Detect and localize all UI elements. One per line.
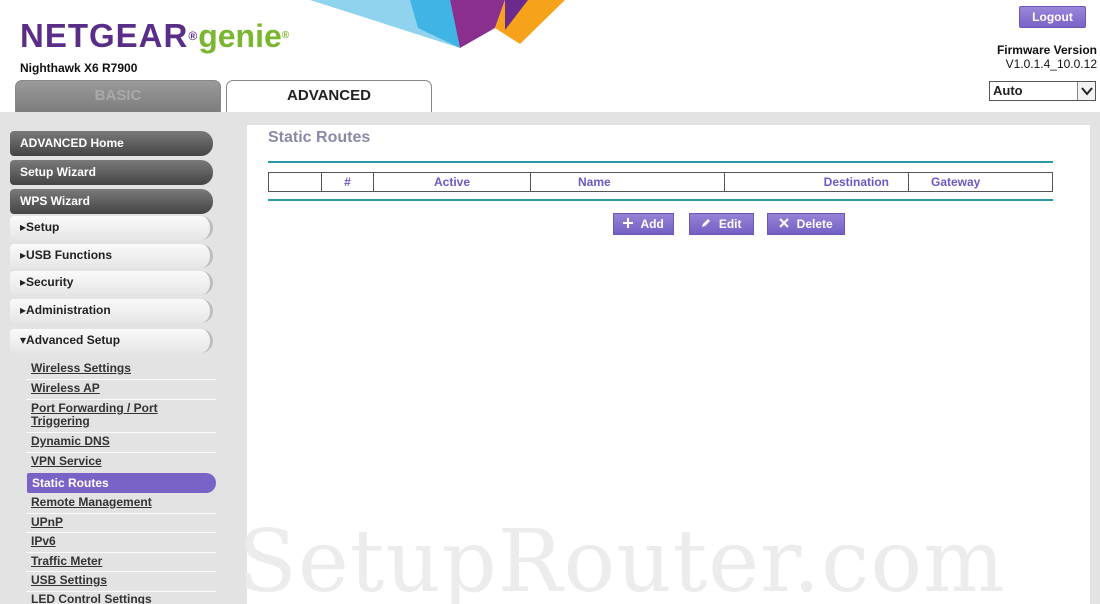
router-model: Nighthawk X6 R7900	[20, 61, 138, 75]
plus-icon	[623, 217, 636, 231]
column-header-number: #	[321, 173, 373, 191]
divider	[26, 571, 216, 572]
sidebar-item-dynamic-dns[interactable]: Dynamic DNS	[31, 435, 216, 448]
edit-button-label: Edit	[718, 217, 742, 231]
sidebar-item-vpn-service[interactable]: VPN Service	[31, 455, 216, 468]
divider	[26, 513, 216, 514]
divider	[26, 452, 216, 453]
firmware-version-value: V1.0.1.4_10.0.12	[1005, 57, 1097, 71]
firmware-version-label: Firmware Version	[996, 43, 1097, 57]
sidebar-item-upnp[interactable]: UPnP	[31, 516, 216, 529]
sidebar-menu-security[interactable]: ▸Security	[10, 271, 213, 295]
divider	[26, 552, 216, 553]
delete-button-label: Delete	[796, 217, 833, 231]
sidebar-setup-wizard[interactable]: Setup Wizard	[10, 160, 213, 185]
sidebar-item-static-routes[interactable]: Static Routes	[27, 473, 216, 493]
sidebar-item-wireless-ap[interactable]: Wireless AP	[31, 382, 216, 395]
divider	[268, 161, 1053, 163]
watermark: SetupRouter.com	[238, 512, 1006, 604]
sidebar-item-led-control-settings[interactable]: LED Control Settings	[31, 593, 216, 604]
sidebar-item-traffic-meter[interactable]: Traffic Meter	[31, 555, 216, 568]
static-routes-table: # Active Name Destination Gateway	[268, 172, 1053, 192]
sidebar-menu-setup[interactable]: ▸Setup	[10, 216, 213, 240]
genie-reg-mark: ®	[281, 30, 291, 41]
sidebar-menu-usb-functions[interactable]: ▸USB Functions	[10, 244, 213, 268]
sidebar-item-wireless-settings[interactable]: Wireless Settings	[31, 362, 216, 375]
column-header-name: Name	[530, 173, 724, 191]
sidebar-item-usb-settings[interactable]: USB Settings	[31, 574, 216, 587]
add-button-label: Add	[640, 217, 664, 231]
sidebar-wps-wizard[interactable]: WPS Wizard	[10, 189, 213, 214]
chevron-down-icon[interactable]	[1077, 82, 1095, 100]
column-header-active: Active	[373, 173, 530, 191]
netgear-genie-logo: NETGEAR®genie®	[20, 17, 291, 55]
tab-basic[interactable]: BASIC	[15, 80, 221, 112]
x-icon	[779, 217, 792, 231]
page-title: Static Routes	[268, 129, 371, 146]
sidebar-item-port-forwarding-line2[interactable]: Triggering	[31, 415, 216, 428]
edit-button[interactable]: Edit	[689, 213, 754, 235]
brand-name: NETGEAR	[20, 17, 189, 54]
column-header-select	[269, 173, 321, 191]
divider	[26, 532, 216, 533]
language-select-value: Auto	[993, 83, 1023, 98]
column-header-destination: Destination	[724, 173, 908, 191]
logout-button[interactable]: Logout	[1019, 6, 1086, 28]
sidebar-menu-advanced-setup[interactable]: ▾Advanced Setup	[10, 329, 213, 353]
tab-advanced[interactable]: ADVANCED	[226, 80, 432, 112]
divider	[26, 399, 216, 400]
banner-graphic	[310, 0, 565, 48]
sidebar-item-ipv6[interactable]: IPv6	[31, 535, 216, 548]
divider	[26, 432, 216, 433]
brand-reg-mark: ®	[188, 29, 199, 43]
sidebar-menu-administration[interactable]: ▸Administration	[10, 299, 213, 323]
divider	[26, 379, 216, 380]
language-select[interactable]: Auto	[989, 81, 1096, 101]
pencil-icon	[701, 217, 714, 231]
sidebar-advanced-home[interactable]: ADVANCED Home	[10, 131, 213, 156]
delete-button[interactable]: Delete	[767, 213, 845, 235]
add-button[interactable]: Add	[613, 213, 674, 235]
column-header-gateway: Gateway	[908, 173, 1052, 191]
header: NETGEAR®genie® Nighthawk X6 R7900 Logout…	[0, 0, 1100, 112]
divider	[268, 199, 1053, 201]
genie-name: genie	[198, 18, 282, 54]
sidebar-item-remote-management[interactable]: Remote Management	[31, 496, 216, 509]
